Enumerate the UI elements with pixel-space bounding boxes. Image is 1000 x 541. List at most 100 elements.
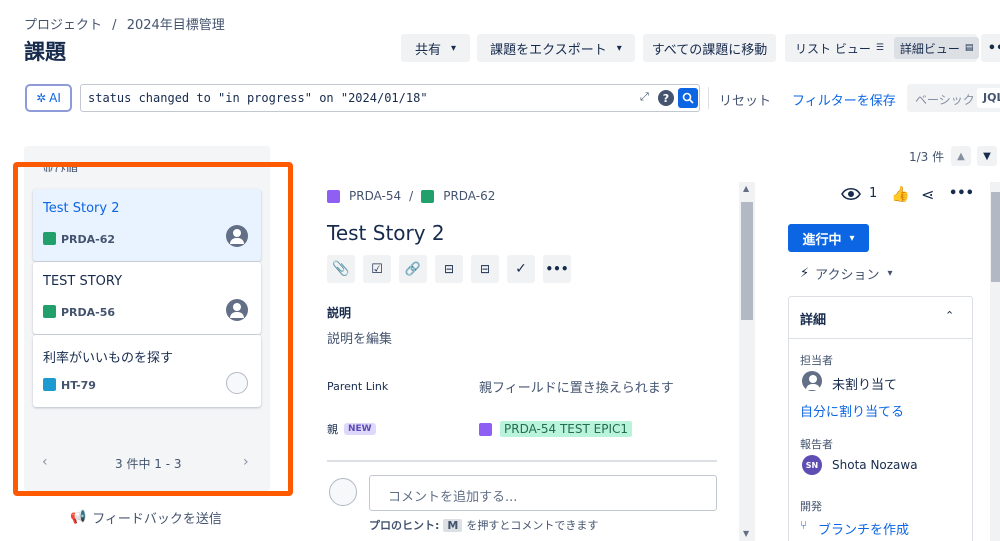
description-editor[interactable]: 説明を編集	[327, 328, 392, 347]
reporter-avatar: SN	[802, 455, 822, 475]
more-actions-button[interactable]: •••	[543, 255, 571, 283]
unassigned-avatar	[226, 225, 248, 247]
chevron-down-icon: ▾	[450, 42, 457, 54]
thumbs-up-icon[interactable]: 👍	[891, 185, 910, 203]
help-icon[interactable]: ?	[658, 90, 674, 106]
hierarchy-button[interactable]: ⊟	[435, 255, 463, 283]
branch-icon: ⑂	[800, 518, 808, 532]
feedback-button[interactable]: 📢 フィードバックを送信	[70, 508, 222, 527]
issue-breadcrumb: PRDA-54 / PRDA-62	[327, 189, 495, 203]
parent-issue-link[interactable]: PRDA-54	[349, 189, 401, 203]
add-subtask-button[interactable]: ☑	[363, 255, 391, 283]
issue-card[interactable]: Test Story 2 PRDA-62	[33, 189, 261, 261]
issue-key-link[interactable]: PRDA-62	[443, 189, 495, 203]
watch-button[interactable]: 1	[841, 186, 877, 201]
breadcrumb-page[interactable]: 2024年目標管理	[127, 18, 225, 33]
list-view-label: リスト ビュー	[795, 41, 871, 56]
chevron-up-icon: ⌃	[945, 309, 955, 322]
chevron-down-icon: ▾	[616, 42, 622, 54]
unassigned-avatar	[802, 371, 822, 391]
epic-icon	[327, 189, 340, 203]
previous-issue-button[interactable]: ▲	[951, 146, 971, 166]
link-issue-button[interactable]: 🔗	[399, 255, 427, 283]
assignee-label: 担当者	[800, 354, 833, 367]
tip-key: M	[443, 518, 463, 532]
page-title: 課題	[24, 40, 66, 64]
jql-query-text: status changed to "in progress" on "2024…	[88, 91, 428, 105]
comment-placeholder: コメントを追加する...	[388, 490, 518, 505]
more-button[interactable]: ••	[981, 34, 1000, 62]
list-pagination: 3 件中 1 - 3	[115, 457, 182, 471]
story-icon	[421, 189, 435, 203]
issue-title[interactable]: Test Story 2	[327, 221, 445, 245]
ai-button[interactable]: ✲ AI	[25, 84, 72, 112]
more-icon: •••	[545, 262, 569, 276]
details-header[interactable]: 詳細 ⌃	[789, 297, 972, 339]
side-scrollbar[interactable]	[990, 182, 1000, 541]
issue-card-title: Test Story 2	[43, 201, 120, 216]
watch-count: 1	[869, 186, 878, 201]
detail-view-label: 詳細ビュー	[899, 41, 960, 56]
breadcrumb-separator: /	[112, 18, 117, 33]
feedback-label: フィードバックを送信	[92, 512, 222, 527]
chevron-left-icon[interactable]: ‹	[42, 454, 48, 470]
save-filter-button[interactable]: フィルターを保存	[792, 90, 896, 109]
detail-view-button[interactable]: 詳細ビュー ▤	[893, 37, 980, 59]
breadcrumb-project[interactable]: プロジェクト	[24, 18, 102, 33]
share-label: 共有	[414, 42, 441, 58]
comment-input[interactable]: コメントを追加する...	[369, 475, 717, 511]
link-icon: 🔗	[404, 261, 422, 277]
next-issue-button[interactable]: ▼	[977, 146, 997, 166]
jql-mode-button[interactable]: JQL	[977, 88, 1000, 108]
assign-to-me-link[interactable]: 自分に割り当てる	[800, 401, 904, 420]
basic-mode-button[interactable]: ベーシック	[915, 91, 975, 108]
scrollbar-thumb[interactable]	[741, 202, 753, 320]
issue-card-key: HT-79	[61, 379, 96, 392]
list-icon: ☰	[875, 43, 884, 53]
issue-card[interactable]: 利率がいいものを探す HT-79	[33, 335, 261, 407]
child-issue-button[interactable]: ⊟	[471, 255, 499, 283]
search-button[interactable]	[678, 88, 698, 108]
list-view-button[interactable]: リスト ビュー ☰	[789, 37, 890, 59]
comment-tip: プロのヒント: M を押すとコメントできます	[369, 517, 598, 533]
description-label: 説明	[327, 306, 352, 320]
reset-button[interactable]: リセット	[719, 90, 771, 109]
details-title: 詳細	[800, 313, 827, 328]
share-button[interactable]: 共有 ▾	[401, 34, 470, 62]
more-icon[interactable]: •••	[949, 186, 974, 201]
export-button[interactable]: 課題をエクスポート ▾	[477, 34, 635, 62]
tip-prefix: プロのヒント:	[369, 519, 440, 532]
parent-value[interactable]: PRDA-54 TEST EPIC1	[479, 421, 633, 437]
task-icon	[43, 378, 56, 391]
action-label: アクション	[815, 268, 880, 283]
issue-card-title: TEST STORY	[43, 274, 123, 289]
action-button[interactable]: ⚡ アクション ▾	[800, 264, 893, 283]
issue-pager-label: 1/3 件	[909, 150, 945, 164]
ai-sparkle-icon: ✲	[36, 91, 47, 105]
parent-link-value[interactable]: 親フィールドに置き換えられます	[479, 377, 674, 396]
detail-scrollbar[interactable]: ▲ ▼	[739, 182, 755, 541]
share-icon[interactable]: ⋖	[921, 185, 934, 204]
expand-icon[interactable]: ⤢	[640, 90, 649, 104]
divider	[708, 87, 709, 109]
checklist-icon: ☑	[371, 261, 383, 277]
new-badge: NEW	[344, 423, 376, 435]
jql-query-input[interactable]: status changed to "in progress" on "2024…	[80, 84, 700, 112]
create-branch-link[interactable]: ブランチを作成	[818, 519, 909, 538]
attach-button[interactable]: 📎	[327, 255, 355, 283]
reporter-name[interactable]: Shota Nozawa	[832, 458, 918, 472]
issue-breadcrumb-sep: /	[409, 189, 414, 203]
export-label: 課題をエクスポート	[490, 42, 607, 58]
goto-all-issues-button[interactable]: すべての課題に移動	[643, 34, 776, 62]
checklist-button[interactable]: ✓	[507, 255, 535, 283]
assignee-value[interactable]: 未割り当て	[832, 374, 897, 393]
chevron-down-icon: ▼	[983, 150, 991, 162]
scrollbar-thumb[interactable]	[991, 192, 1000, 282]
parent-lozenge: PRDA-54 TEST EPIC1	[500, 421, 633, 437]
detail-view-icon: ▤	[964, 43, 974, 53]
issue-card[interactable]: TEST STORY PRDA-56	[33, 262, 261, 334]
epic-icon	[479, 422, 492, 436]
lightning-icon: ⚡	[800, 266, 810, 281]
chevron-right-icon[interactable]: ›	[243, 454, 249, 470]
status-button[interactable]: 進行中 ▾	[788, 224, 869, 252]
